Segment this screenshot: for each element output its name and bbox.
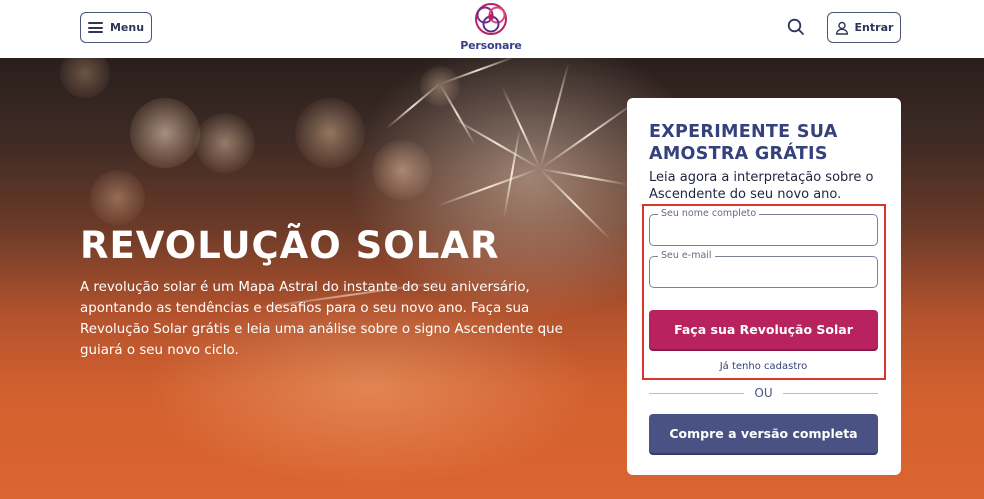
search-icon <box>787 18 804 35</box>
menu-label: Menu <box>109 21 145 34</box>
card-subtitle: Leia agora a interpretação sobre o Ascen… <box>649 170 874 202</box>
menu-button[interactable]: Menu <box>80 12 152 43</box>
divider-line <box>782 392 879 394</box>
sparkler-ray <box>503 128 521 218</box>
email-input[interactable] <box>650 257 877 287</box>
page-title: REVOLUÇÃO SOLAR <box>80 224 500 267</box>
free-sample-card: EXPERIMENTE SUA AMOSTRA GRÁTIS Leia agor… <box>627 98 901 475</box>
logo[interactable]: Personare <box>455 2 527 54</box>
sparkler-ray <box>539 62 570 169</box>
personare-logo-icon <box>475 3 507 35</box>
card-title: EXPERIMENTE SUA AMOSTRA GRÁTIS <box>649 122 838 164</box>
bokeh-light <box>372 140 432 200</box>
sparkler-ray <box>436 168 541 208</box>
name-field[interactable]: Seu nome completo <box>649 208 878 246</box>
sparkler-ray <box>385 83 441 130</box>
name-input[interactable] <box>650 215 877 245</box>
buy-full-version-button[interactable]: Compre a versão completa <box>649 414 878 453</box>
menu-icon <box>87 22 103 33</box>
submit-button[interactable]: Faça sua Revolução Solar <box>649 310 878 349</box>
email-field[interactable]: Seu e-mail <box>649 250 878 288</box>
login-label: Entrar <box>854 21 894 34</box>
bokeh-light <box>195 113 255 173</box>
user-icon <box>835 21 848 35</box>
existing-account-link[interactable]: Já tenho cadastro <box>649 361 878 372</box>
divider-line <box>649 392 745 394</box>
hero-description: A revolução solar é um Mapa Astral do in… <box>80 280 563 358</box>
logo-text: Personare <box>460 39 522 52</box>
or-text: OU <box>754 386 773 400</box>
bokeh-light <box>295 98 365 168</box>
bokeh-light <box>60 58 110 98</box>
bokeh-light <box>90 170 145 225</box>
search-button[interactable] <box>786 17 806 37</box>
bokeh-light <box>130 98 200 168</box>
site-header: Menu Personare Entrar <box>0 0 984 58</box>
or-divider: OU <box>649 386 879 400</box>
login-button[interactable]: Entrar <box>827 12 901 43</box>
